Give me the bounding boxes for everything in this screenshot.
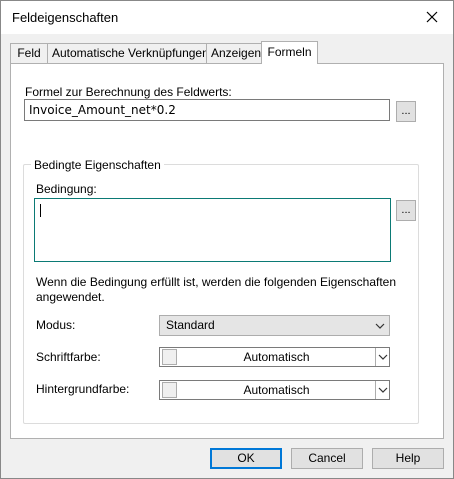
- mode-label: Modus:: [36, 318, 76, 332]
- background-color-swatch: [162, 382, 177, 398]
- font-color-value: Automatisch: [243, 350, 310, 364]
- font-color-label: Schriftfarbe:: [36, 350, 101, 364]
- tab-feld[interactable]: Feld: [10, 43, 48, 63]
- mode-dropdown[interactable]: Standard: [159, 315, 390, 336]
- text-caret: [40, 204, 41, 217]
- tab-formulas[interactable]: Formeln: [261, 41, 318, 64]
- chevron-down-icon: [375, 323, 385, 329]
- chevron-down-icon: [378, 354, 388, 360]
- background-color-label: Hintergrundfarbe:: [36, 382, 130, 396]
- info-text-line2: angewendet.: [36, 290, 105, 304]
- condition-input[interactable]: [34, 198, 391, 262]
- condition-browse-button[interactable]: ...: [396, 200, 416, 221]
- tab-display[interactable]: Anzeigen: [206, 43, 262, 63]
- help-button[interactable]: Help: [372, 448, 444, 469]
- font-color-dropdown-button[interactable]: [375, 348, 389, 366]
- ok-button[interactable]: OK: [210, 448, 282, 469]
- cancel-button[interactable]: Cancel: [291, 448, 363, 469]
- formula-input[interactable]: Invoice_Amount_net*0.2: [24, 99, 390, 121]
- close-button[interactable]: [417, 3, 447, 31]
- title-bar: Feldeigenschaften: [1, 1, 453, 34]
- field-properties-dialog: Feldeigenschaften Feld Automatische Verk…: [0, 0, 454, 479]
- background-color-value: Automatisch: [243, 383, 310, 397]
- font-color-swatch: [162, 349, 177, 365]
- font-color-picker[interactable]: Automatisch: [159, 347, 390, 367]
- mode-value: Standard: [166, 318, 215, 332]
- close-icon: [426, 11, 438, 23]
- tab-automatic-links[interactable]: Automatische Verknüpfungen: [47, 43, 209, 63]
- condition-label: Bedingung:: [36, 182, 97, 196]
- chevron-down-icon: [378, 387, 388, 393]
- background-color-dropdown-button[interactable]: [375, 381, 389, 399]
- info-text-line1: Wenn die Bedingung erfüllt ist, werden d…: [36, 275, 397, 289]
- background-color-picker[interactable]: Automatisch: [159, 380, 390, 400]
- formula-browse-button[interactable]: ...: [396, 101, 416, 122]
- formula-label: Formel zur Berechnung des Feldwerts:: [25, 85, 232, 99]
- window-title: Feldeigenschaften: [12, 10, 119, 25]
- conditional-properties-title: Bedingte Eigenschaften: [31, 158, 164, 172]
